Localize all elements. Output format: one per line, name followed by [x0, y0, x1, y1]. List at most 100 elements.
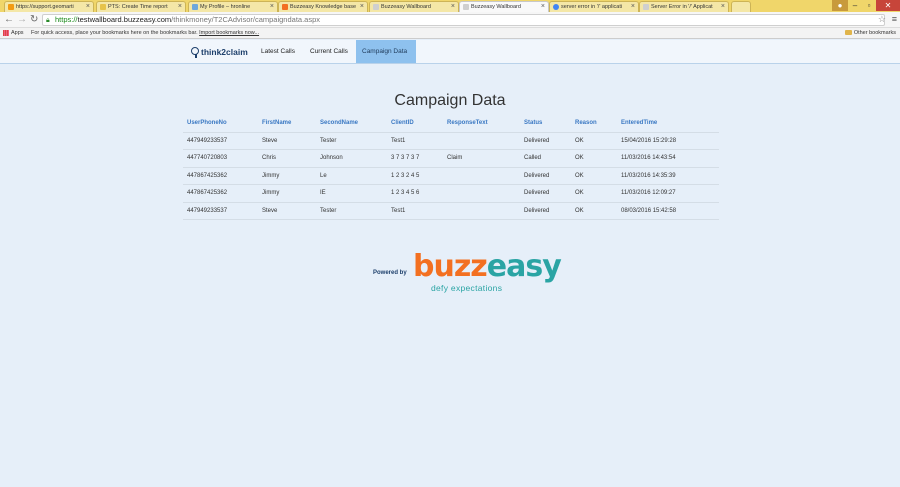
cell-firstname: Jimmy — [258, 167, 316, 185]
cell-reason: OK — [571, 149, 617, 168]
tab-favicon-icon — [282, 4, 288, 10]
close-tab-icon[interactable]: × — [270, 2, 274, 12]
tab-favicon-icon — [463, 4, 469, 10]
window-controls: ● – ▫ ✕ — [832, 0, 900, 11]
cell-userphoneno: 447740720803 — [183, 149, 258, 168]
tab-label: Server Error in '/' Applicat — [651, 4, 713, 10]
maximize-icon[interactable]: ▫ — [862, 0, 876, 11]
cell-firstname: Chris — [258, 149, 316, 168]
cell-enteredtime: 11/03/2016 14:35:39 — [617, 167, 719, 185]
buzzeasy-logo[interactable]: buzzeasy — [413, 249, 562, 284]
cell-firstname: Jimmy — [258, 184, 316, 203]
close-tab-icon[interactable]: × — [721, 2, 725, 12]
reload-icon[interactable]: ↻ — [30, 14, 38, 26]
import-bookmarks-link[interactable]: Import bookmarks now... — [199, 30, 259, 36]
column-header: ResponseText — [443, 114, 520, 133]
browser-tab[interactable]: PTS: Create Time report × — [96, 1, 186, 12]
bookmark-star-icon[interactable]: ☆ — [878, 14, 886, 25]
apps-label: Apps — [11, 30, 24, 36]
cell-clientid: Test1 — [387, 202, 443, 220]
browser-tab[interactable]: My Profile – hronline × — [188, 1, 278, 12]
url-path: /thinkmoney/T2CAdvisor/campaigndata.aspx — [171, 15, 320, 24]
cell-reason: OK — [571, 132, 617, 150]
close-window-icon[interactable]: ✕ — [876, 0, 900, 11]
browser-tab[interactable]: Server Error in '/' Applicat × — [639, 1, 729, 12]
cell-clientid: 1 2 3 2 4 5 — [387, 167, 443, 185]
google-favicon-icon — [553, 4, 559, 10]
table-row: 447740720803 Chris Johnson 3 7 3 7 3 7 C… — [183, 149, 719, 168]
close-tab-icon[interactable]: × — [360, 2, 364, 12]
table-row: 447949233537 Steve Tester Test1 Delivere… — [183, 132, 719, 150]
bookmarks-hint-text: For quick access, place your bookmarks h… — [31, 30, 198, 36]
nav-latest-calls[interactable]: Latest Calls — [255, 40, 301, 63]
browser-tab[interactable]: https://support.geomarti × — [4, 1, 94, 12]
column-header: Reason — [571, 114, 617, 133]
close-tab-icon[interactable]: × — [541, 2, 545, 12]
column-header: SecondName — [316, 114, 387, 133]
cell-clientid: 3 7 3 7 3 7 — [387, 149, 443, 168]
think2claim-logo[interactable]: think2claim — [191, 44, 248, 60]
column-header: UserPhoneNo — [183, 114, 258, 133]
new-tab-button[interactable] — [731, 1, 751, 12]
brand-part2: easy — [486, 249, 562, 284]
close-tab-icon[interactable]: × — [86, 2, 90, 12]
cell-enteredtime: 08/03/2016 15:42:58 — [617, 202, 719, 220]
minimize-icon[interactable]: – — [848, 0, 862, 11]
browser-tab-active[interactable]: Buzzeasy Wallboard × — [459, 1, 549, 12]
cell-secondname: Johnson — [316, 149, 387, 168]
column-header: ClientID — [387, 114, 443, 133]
cell-status: Called — [520, 149, 571, 168]
cell-secondname: Tester — [316, 202, 387, 220]
cell-status: Delivered — [520, 167, 571, 185]
back-arrow-icon[interactable]: ← — [4, 14, 14, 26]
browser-tab[interactable]: Buzzeasy Knowledge base × — [278, 1, 368, 12]
browser-tab-strip: https://support.geomarti × PTS: Create T… — [0, 0, 900, 12]
cell-responsetext — [443, 132, 520, 150]
tab-favicon-icon — [643, 4, 649, 10]
campaign-data-table: UserPhoneNo FirstName SecondName ClientI… — [183, 114, 719, 220]
close-tab-icon[interactable]: × — [451, 2, 455, 12]
close-tab-icon[interactable]: × — [631, 2, 635, 12]
cell-userphoneno: 447949233537 — [183, 202, 258, 220]
apps-shortcut[interactable]: Apps — [3, 28, 24, 38]
table-row: 447867425362 Jimmy Le 1 2 3 2 4 5 Delive… — [183, 167, 719, 185]
tab-favicon-icon — [100, 4, 106, 10]
column-header: FirstName — [258, 114, 316, 133]
nav-campaign-data[interactable]: Campaign Data — [356, 40, 416, 63]
other-bookmarks-label: Other bookmarks — [853, 30, 896, 36]
tab-favicon-icon — [8, 4, 14, 10]
folder-icon — [844, 30, 852, 36]
browser-menu-icon[interactable]: ≡ — [892, 14, 897, 24]
table-row: 447867425362 Jimmy IE 1 2 3 4 5 6 Delive… — [183, 184, 719, 203]
other-bookmarks[interactable]: Other bookmarks — [844, 28, 896, 38]
tab-label: PTS: Create Time report — [108, 4, 168, 10]
cell-status: Delivered — [520, 184, 571, 203]
powered-by-label: Powered by — [373, 270, 407, 276]
browser-tab[interactable]: server error in '/' applicati × — [549, 1, 639, 12]
cell-enteredtime: 15/04/2016 15:29:28 — [617, 132, 719, 150]
tab-favicon-icon — [192, 4, 198, 10]
cell-clientid: Test1 — [387, 132, 443, 150]
forward-arrow-icon[interactable]: → — [17, 14, 27, 26]
cell-enteredtime: 11/03/2016 12:09:27 — [617, 184, 719, 203]
cell-responsetext — [443, 167, 520, 185]
nav-current-calls[interactable]: Current Calls — [304, 40, 354, 63]
cell-reason: OK — [571, 184, 617, 203]
cell-userphoneno: 447867425362 — [183, 184, 258, 203]
address-bar[interactable]: 🔒︎ https://testwallboard.buzzeasy.com/th… — [42, 14, 885, 26]
apps-grid-icon — [3, 29, 9, 36]
cell-status: Delivered — [520, 132, 571, 150]
cell-secondname: IE — [316, 184, 387, 203]
user-profile-icon[interactable]: ● — [832, 0, 848, 11]
app-navbar: think2claim Latest Calls Current Calls C… — [0, 40, 900, 64]
column-header: Status — [520, 114, 571, 133]
logo-text: think2claim — [201, 47, 248, 57]
url-host: testwallboard.buzzeasy.com — [77, 15, 172, 24]
tab-label: Buzzeasy Knowledge base — [290, 4, 357, 10]
cell-userphoneno: 447867425362 — [183, 167, 258, 185]
close-tab-icon[interactable]: × — [178, 2, 182, 12]
cell-secondname: Tester — [316, 132, 387, 150]
cell-responsetext — [443, 202, 520, 220]
browser-tab[interactable]: Buzzeasy Wallboard × — [369, 1, 459, 12]
bookmarks-hint: For quick access, place your bookmarks h… — [31, 28, 259, 38]
